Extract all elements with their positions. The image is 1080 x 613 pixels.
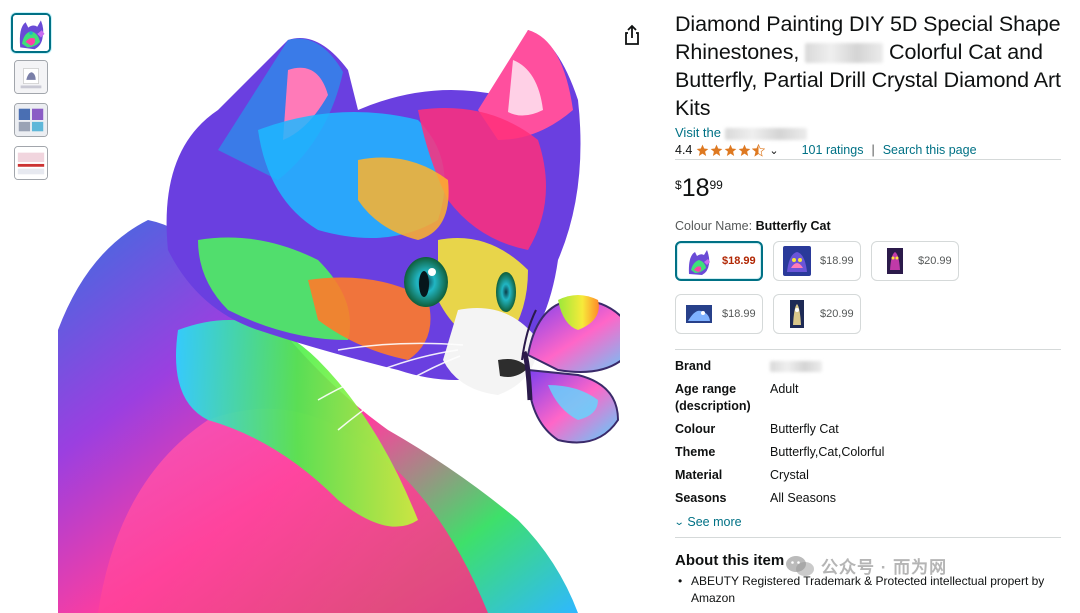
star-icon [725,144,737,156]
spec-row-theme: Theme Butterfly,Cat,Colorful [675,444,1063,461]
spec-value: Crystal [770,468,809,482]
spec-row-seasons: Seasons All Seasons [675,490,1063,507]
spec-key: Theme [675,445,716,459]
price-whole: 18 [681,174,710,202]
spec-value: Butterfly,Cat,Colorful [770,445,885,459]
swatch-price: $18.99 [722,308,756,320]
colour-name-label: Colour Name: [675,219,753,233]
spec-key: Material [675,468,723,482]
ratings-count-link[interactable]: 101 ratings [802,143,864,157]
separator: | [871,143,875,157]
star-icon [739,144,751,156]
spec-value [770,358,1063,375]
swatch-option-4[interactable]: $18.99 [675,294,763,334]
search-this-page-link[interactable]: Search this page [883,143,977,157]
swatch-image [685,299,713,329]
thumbnail-strip [11,13,54,189]
redacted-brand [805,43,884,64]
swatch-price: $18.99 [820,255,854,267]
thumbnail-cat-image [13,15,49,51]
colour-name-value: Butterfly Cat [755,219,831,233]
see-more-label: See more [687,515,742,529]
price-fraction: 99 [709,178,723,192]
spec-value: Adult [770,382,799,396]
see-more-link[interactable]: ⌄ See more [673,515,1063,529]
divider [675,159,1061,160]
divider [675,349,1061,350]
half-star-icon [752,143,766,157]
cat-butterfly-artwork [58,0,620,613]
redacted-store-name [724,127,807,140]
redacted-brand-value [770,361,822,373]
swatch-option-5[interactable]: $20.99 [773,294,861,334]
spec-row-brand: Brand [675,358,1063,375]
thumbnail-size-image [15,147,47,179]
product-title: Diamond Painting DIY 5D Special Shape Rh… [675,10,1063,122]
spec-value: All Seasons [770,491,837,505]
price: $ 18 99 [675,175,1063,205]
product-details: Diamond Painting DIY 5D Special Shape Rh… [673,10,1063,607]
rating-value: 4.4 [675,143,693,157]
about-bullet: ABEUTY Registered Trademark & Protected … [675,573,1063,607]
swatch-image [783,246,811,276]
chevron-down-icon[interactable]: ⌄ [769,144,778,157]
thumbnail-kit-image [15,61,47,93]
spec-key: Colour [675,422,716,436]
spec-key: Seasons [675,491,727,505]
about-heading: About this item [675,552,785,569]
thumbnail-2[interactable] [14,60,48,94]
swatch-butterfly-cat[interactable]: $18.99 [675,241,763,281]
spec-row-material: Material Crystal [675,467,1063,484]
spec-key: Brand [675,359,712,373]
swatch-image [783,299,811,329]
share-icon[interactable] [622,24,642,46]
swatch-price: $20.99 [820,308,854,320]
rating-row: 4.4 ⌄ 101 ratings | Search this page [675,141,1063,159]
main-product-image[interactable] [58,0,620,613]
swatch-price: $18.99 [722,255,756,267]
colour-name-row: Colour Name: Butterfly Cat [675,219,1063,233]
price-symbol: $ [675,178,682,192]
spec-row-colour: Colour Butterfly Cat [675,421,1063,438]
product-specs: Brand Age range (description) Adult Colo… [675,358,1063,507]
thumbnail-contents-image [15,104,47,136]
swatch-image [685,246,713,276]
thumbnail-3[interactable] [14,103,48,137]
divider [675,537,1061,538]
colour-swatches: $18.99 $18.99 $20.99 $18.99 $20.99 [675,241,975,347]
thumbnail-1[interactable] [11,13,51,53]
thumbnail-4[interactable] [14,146,48,180]
star-rating[interactable] [696,143,766,157]
spec-key: Age range (description) [675,382,751,413]
visit-store-link[interactable]: Visit the [675,125,1063,140]
swatch-option-3[interactable]: $20.99 [871,241,959,281]
swatch-image [881,246,909,276]
star-icon [697,144,709,156]
spec-value: Butterfly Cat [770,422,839,436]
swatch-price: $20.99 [918,255,952,267]
chevron-down-icon: ⌄ [673,516,685,528]
star-icon [711,144,723,156]
swatch-option-2[interactable]: $18.99 [773,241,861,281]
spec-row-age-range: Age range (description) Adult [675,381,1063,415]
